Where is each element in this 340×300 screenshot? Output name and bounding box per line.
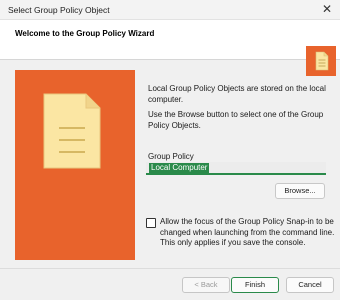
- intro-text: Local Group Policy Objects are stored on…: [148, 84, 326, 104]
- wizard-heading: Welcome to the Group Policy Wizard: [15, 29, 155, 38]
- group-policy-field[interactable]: Local Computer: [146, 162, 326, 175]
- wizard-header: Welcome to the Group Policy Wizard: [0, 20, 340, 76]
- browse-button[interactable]: Browse...: [275, 183, 325, 199]
- cancel-button[interactable]: Cancel: [286, 277, 334, 293]
- side-panel: [15, 70, 135, 260]
- browse-hint-text: Use the Browse button to select one of t…: [148, 110, 324, 130]
- title-bar: Select Group Policy Object ✕: [0, 0, 340, 20]
- close-icon[interactable]: ✕: [320, 2, 334, 16]
- window-title: Select Group Policy Object: [8, 5, 110, 15]
- allow-focus-checkbox[interactable]: [146, 218, 156, 228]
- allow-focus-label: Allow the focus of the Group Policy Snap…: [160, 217, 335, 247]
- group-policy-label: Group Policy: [148, 152, 194, 161]
- group-policy-value: Local Computer: [149, 163, 210, 173]
- finish-button[interactable]: Finish: [231, 277, 279, 293]
- document-icon: [43, 93, 101, 169]
- wizard-badge: [306, 46, 336, 76]
- document-icon: [315, 51, 329, 71]
- footer-divider: [0, 268, 340, 269]
- back-button[interactable]: < Back: [182, 277, 230, 293]
